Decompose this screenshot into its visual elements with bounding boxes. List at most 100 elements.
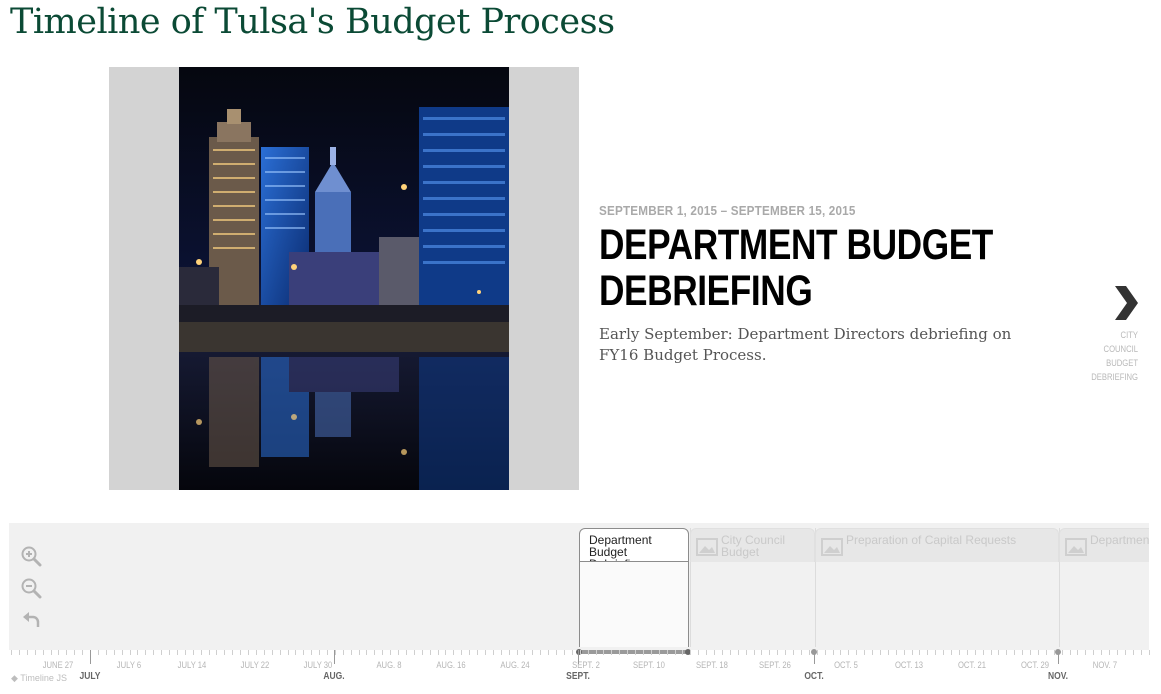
axis-minor-tick bbox=[572, 650, 573, 655]
axis-minor-tick bbox=[232, 650, 233, 655]
axis-label: JUNE 27 bbox=[42, 660, 74, 670]
axis-minor-tick bbox=[1109, 650, 1110, 655]
axis-minor-tick bbox=[493, 650, 494, 655]
page-title: Timeline of Tulsa's Budget Process bbox=[10, 2, 615, 42]
chevron-right-icon bbox=[1112, 286, 1138, 324]
next-slide-label: CITY COUNCIL BUDGET DEBRIEFING bbox=[1091, 330, 1138, 382]
axis-minor-tick bbox=[840, 650, 841, 655]
axis-minor-tick bbox=[785, 650, 786, 655]
axis-minor-tick bbox=[216, 650, 217, 655]
axis-minor-tick bbox=[556, 650, 557, 655]
axis-minor-tick bbox=[619, 650, 620, 655]
axis-minor-tick bbox=[651, 650, 652, 655]
axis-minor-tick bbox=[1054, 650, 1055, 655]
axis-minor-tick bbox=[635, 650, 636, 655]
axis-minor-tick bbox=[224, 650, 225, 655]
marker-label: City Council Budget bbox=[721, 533, 786, 559]
time-axis[interactable]: JUNE 27 JULY 6 JULY 14 JULY 22 JULY 30 A… bbox=[9, 649, 1150, 694]
axis-minor-tick bbox=[485, 650, 486, 655]
diamond-icon: ◆ bbox=[11, 673, 18, 683]
undo-arrow-icon[interactable] bbox=[20, 608, 42, 630]
axis-minor-tick bbox=[1062, 650, 1063, 655]
axis-label: SEPT. 2 bbox=[572, 660, 600, 670]
timeline-marker-active[interactable]: Department Budget Debriefing bbox=[579, 528, 689, 647]
axis-minor-tick bbox=[627, 650, 628, 655]
axis-minor-tick bbox=[548, 650, 549, 655]
axis-minor-tick bbox=[1101, 650, 1102, 655]
axis-minor-tick bbox=[335, 650, 336, 655]
marker-label: Departmen bbox=[1090, 533, 1149, 547]
axis-minor-tick bbox=[856, 650, 857, 655]
axis-label: OCT. 29 bbox=[1020, 660, 1050, 670]
axis-minor-tick bbox=[912, 650, 913, 655]
axis-minor-tick bbox=[209, 650, 210, 655]
axis-minor-tick bbox=[1022, 650, 1023, 655]
axis-minor-tick bbox=[430, 650, 431, 655]
axis-major-label: NOV. bbox=[1047, 671, 1069, 682]
axis-minor-tick bbox=[603, 650, 604, 655]
timeline-marker[interactable]: City Council Budget bbox=[690, 528, 815, 647]
range-start-dot bbox=[576, 649, 582, 655]
axis-minor-tick bbox=[1046, 650, 1047, 655]
axis-minor-tick bbox=[1093, 650, 1094, 655]
slide-description: Early September: Department Directors de… bbox=[599, 325, 1012, 364]
axis-minor-tick bbox=[193, 650, 194, 655]
axis-minor-tick bbox=[169, 650, 170, 655]
axis-minor-tick bbox=[35, 650, 36, 655]
axis-minor-tick bbox=[580, 650, 581, 655]
axis-minor-tick bbox=[919, 650, 920, 655]
axis-minor-tick bbox=[398, 650, 399, 655]
timeline-nav[interactable]: Department Budget Debriefing City Counci… bbox=[9, 523, 1149, 650]
axis-minor-tick bbox=[359, 650, 360, 655]
axis-label: JULY 30 bbox=[303, 660, 333, 670]
axis-minor-tick bbox=[611, 650, 612, 655]
axis-minor-tick bbox=[19, 650, 20, 655]
axis-minor-tick bbox=[248, 650, 249, 655]
axis-minor-tick bbox=[145, 650, 146, 655]
axis-minor-tick bbox=[967, 650, 968, 655]
axis-minor-tick bbox=[477, 650, 478, 655]
axis-minor-tick bbox=[43, 650, 44, 655]
image-icon bbox=[696, 538, 718, 560]
zoom-out-icon[interactable] bbox=[20, 577, 42, 599]
axis-minor-tick bbox=[201, 650, 202, 655]
axis-minor-tick bbox=[303, 650, 304, 655]
axis-minor-tick bbox=[66, 650, 67, 655]
axis-minor-tick bbox=[888, 650, 889, 655]
zoom-in-icon[interactable] bbox=[20, 545, 42, 567]
axis-minor-tick bbox=[153, 650, 154, 655]
axis-minor-tick bbox=[1117, 650, 1118, 655]
timeline-credit[interactable]: ◆ Timeline JS bbox=[11, 673, 67, 684]
axis-label: AUG. 24 bbox=[500, 660, 530, 670]
axis-minor-tick bbox=[524, 650, 525, 655]
axis-minor-tick bbox=[682, 650, 683, 655]
axis-minor-tick bbox=[1077, 650, 1078, 655]
axis-minor-tick bbox=[809, 650, 810, 655]
axis-minor-tick bbox=[746, 650, 747, 655]
axis-minor-tick bbox=[161, 650, 162, 655]
axis-minor-tick bbox=[366, 650, 367, 655]
axis-minor-tick bbox=[469, 650, 470, 655]
axis-minor-tick bbox=[11, 650, 12, 655]
axis-minor-tick bbox=[264, 650, 265, 655]
axis-minor-tick bbox=[983, 650, 984, 655]
axis-minor-tick bbox=[177, 650, 178, 655]
axis-minor-tick bbox=[706, 650, 707, 655]
axis-minor-tick bbox=[714, 650, 715, 655]
axis-minor-tick bbox=[311, 650, 312, 655]
axis-minor-tick bbox=[240, 650, 241, 655]
timeline-marker[interactable]: Preparation of Capital Requests bbox=[815, 528, 1059, 647]
axis-minor-tick bbox=[517, 650, 518, 655]
axis-minor-tick bbox=[738, 650, 739, 655]
axis-label: OCT. 21 bbox=[957, 660, 987, 670]
axis-minor-tick bbox=[1038, 650, 1039, 655]
axis-minor-tick bbox=[1085, 650, 1086, 655]
axis-minor-tick bbox=[82, 650, 83, 655]
timeline-marker[interactable]: Departmen bbox=[1059, 528, 1149, 647]
axis-minor-tick bbox=[880, 650, 881, 655]
axis-minor-tick bbox=[351, 650, 352, 655]
axis-label: JULY 14 bbox=[177, 660, 207, 670]
axis-minor-tick bbox=[959, 650, 960, 655]
axis-minor-tick bbox=[509, 650, 510, 655]
image-icon bbox=[1065, 538, 1087, 560]
